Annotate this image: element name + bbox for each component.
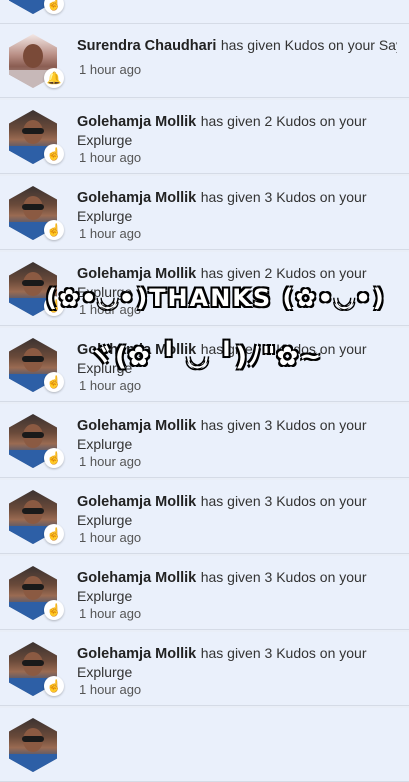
kudos-icon: ☝ [44, 524, 64, 544]
notification-action: has given 2 Kudos on your [200, 341, 367, 357]
user-name[interactable]: Golehamja Mollik [77, 114, 196, 130]
timestamp: 1 hour ago [79, 606, 142, 621]
notification-action: has given 3 Kudos on your [200, 189, 367, 205]
kudos-icon: ☝ [44, 600, 64, 620]
avatar[interactable] [9, 718, 57, 772]
user-name[interactable]: Golehamja Mollik [77, 190, 196, 206]
timestamp: 1 hour ago [79, 454, 142, 469]
notification-target[interactable]: Explurge [77, 512, 132, 528]
notification-target[interactable]: Explurge [77, 284, 132, 300]
notification-row[interactable]: ☝ Golehamja Mollik has given 2 Kudos on … [0, 252, 409, 326]
notification-target[interactable]: Explurge [77, 132, 132, 148]
notification-action: has given 2 Kudos on your [200, 113, 367, 129]
timestamp: 1 hour ago [79, 378, 142, 393]
user-name[interactable]: Golehamja Mollik [77, 494, 196, 510]
kudos-icon: 🔔 [44, 68, 64, 88]
notification-target[interactable]: Explurge [77, 360, 132, 376]
notification-row[interactable]: ☝ Golehamja Mollik has given 3 Kudos on … [0, 404, 409, 478]
user-name[interactable]: Golehamja Mollik [77, 266, 196, 282]
notification-row[interactable] [0, 708, 409, 782]
notification-row[interactable]: 🔔 Surendra Chaudhari has given Kudos on … [0, 24, 409, 98]
timestamp: 1 hour ago [79, 682, 142, 697]
notification-target[interactable]: Explurge [77, 664, 132, 680]
timestamp: 1 hour ago [79, 226, 142, 241]
timestamp: 1 hour ago [79, 62, 142, 77]
notification-action: has given Kudos on your Say [220, 37, 397, 53]
timestamp: 1 hour ago [79, 150, 142, 165]
kudos-icon: ☝ [44, 676, 64, 696]
notification-action: has given 3 Kudos on your [200, 417, 367, 433]
kudos-icon: ☝ [44, 220, 64, 240]
kudos-icon: ☝ [44, 296, 64, 316]
notification-row[interactable]: ☝ Golehamja Mollik has given 3 Kudos on … [0, 176, 409, 250]
notification-row[interactable]: ☝ Golehamja Mollik has given 3 Kudos on … [0, 480, 409, 554]
timestamp: 1 hour ago [79, 530, 142, 545]
notification-action: has given 3 Kudos on your [200, 645, 367, 661]
notification-row[interactable]: ☝ Golehamja Mollik has given 3 Kudos on … [0, 556, 409, 630]
notification-row[interactable]: ☝ [0, 0, 409, 24]
user-name[interactable]: Golehamja Mollik [77, 418, 196, 434]
timestamp: 1 hour ago [79, 302, 142, 317]
notification-row[interactable]: ☝ Golehamja Mollik has given 3 Kudos on … [0, 632, 409, 706]
user-name[interactable]: Surendra Chaudhari [77, 38, 216, 54]
notification-action: has given 2 Kudos on your [200, 265, 367, 281]
kudos-icon: ☝ [44, 448, 64, 468]
notification-target[interactable]: Explurge [77, 588, 132, 604]
notification-row[interactable]: ☝ Golehamja Mollik has given 2 Kudos on … [0, 100, 409, 174]
notification-action: has given 3 Kudos on your [200, 569, 367, 585]
kudos-icon: ☝ [44, 0, 64, 14]
kudos-icon: ☝ [44, 144, 64, 164]
notification-target[interactable]: Explurge [77, 208, 132, 224]
notification-target[interactable]: Explurge [77, 436, 132, 452]
user-name[interactable]: Golehamja Mollik [77, 646, 196, 662]
notification-row[interactable]: ☝ Golehamja Mollik has given 2 Kudos on … [0, 328, 409, 402]
user-name[interactable]: Golehamja Mollik [77, 342, 196, 358]
notification-action: has given 3 Kudos on your [200, 493, 367, 509]
kudos-icon: ☝ [44, 372, 64, 392]
user-name[interactable]: Golehamja Mollik [77, 570, 196, 586]
